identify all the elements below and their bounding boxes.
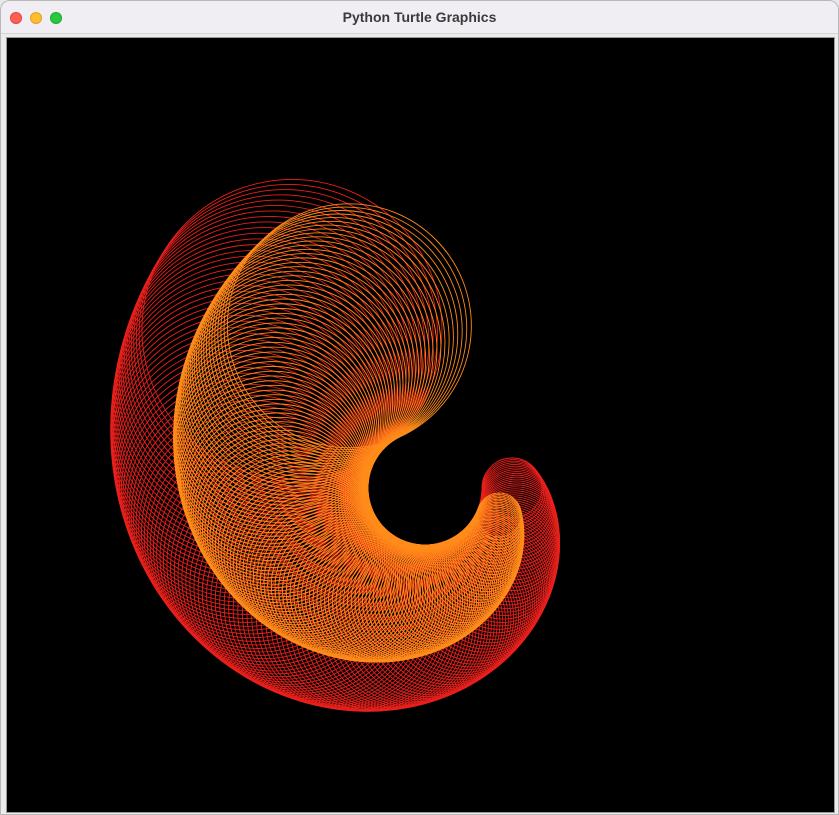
window-title: Python Turtle Graphics <box>342 9 497 25</box>
spiral-drawing <box>110 178 561 712</box>
title-bar[interactable]: Python Turtle Graphics <box>1 1 838 34</box>
inner-circle-layer <box>173 203 525 663</box>
turtle-canvas[interactable] <box>6 37 835 813</box>
turtle-window: Python Turtle Graphics <box>0 0 839 815</box>
